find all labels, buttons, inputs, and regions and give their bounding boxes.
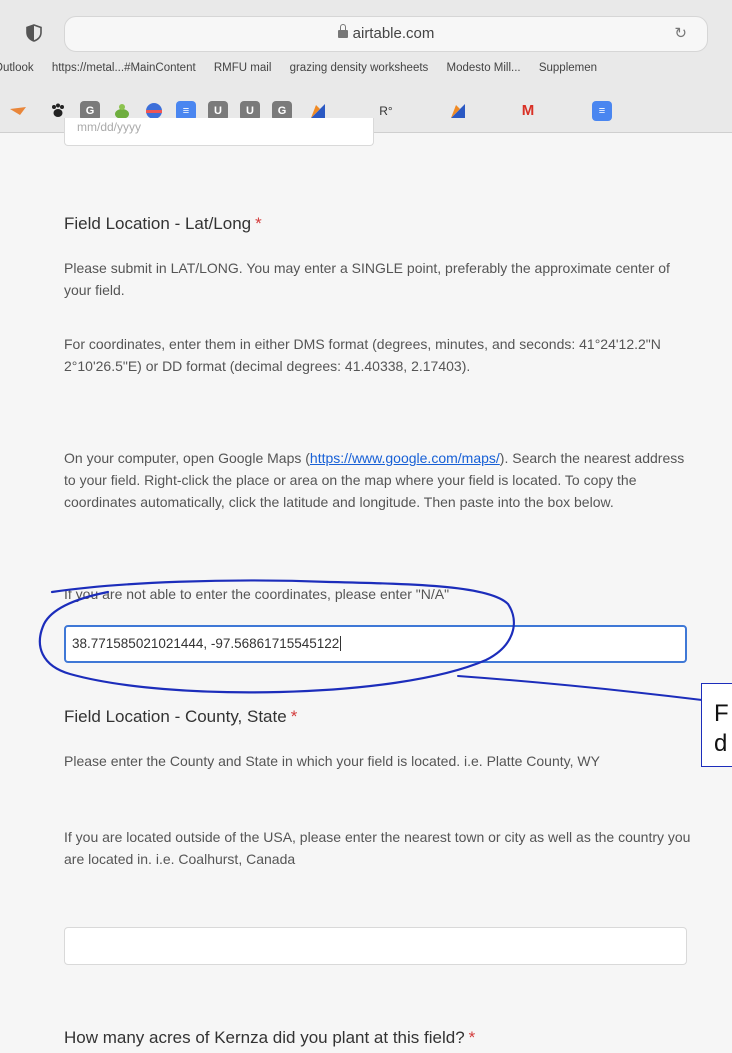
acres-title: How many acres of Kernza did you plant a… xyxy=(64,1028,476,1047)
lat-long-instructions-3: On your computer, open Google Maps (http… xyxy=(64,450,685,510)
annotation-ink-pointer-line xyxy=(457,675,703,701)
lat-long-input[interactable]: 38.771585021021444, -97.56861715545122 xyxy=(64,625,687,663)
date-placeholder: mm/dd/yyyy xyxy=(77,120,142,134)
gmail-icon[interactable]: M xyxy=(518,101,538,121)
text-caret xyxy=(340,636,342,651)
bookmark-modesto[interactable]: Modesto Mill... xyxy=(447,62,521,74)
lat-long-instructions-2: For coordinates, enter them in either DM… xyxy=(64,336,661,374)
url-text: airtable.com xyxy=(352,25,435,42)
bookmark-rmfu-mail[interactable]: RMFU mail xyxy=(214,62,272,74)
address-bar[interactable]: airtable.com ↻ xyxy=(64,16,708,52)
bookmark-outlook[interactable]: Outlook xyxy=(0,62,34,74)
lat-long-instructions-4: If you are not able to enter the coordin… xyxy=(64,586,450,602)
callout-text-line-2: d xyxy=(714,730,728,757)
privacy-shield-icon[interactable] xyxy=(26,24,42,42)
bookmark-grazing[interactable]: grazing density worksheets xyxy=(290,62,429,74)
lat-long-value: 38.771585021021444, -97.56861715545122 xyxy=(72,636,340,651)
lat-long-title: Field Location - Lat/Long * xyxy=(64,214,262,233)
county-state-instructions-1: Please enter the County and State in whi… xyxy=(64,753,600,769)
annotation-overlay xyxy=(38,579,703,701)
required-mark: * xyxy=(255,214,262,233)
county-state-input[interactable] xyxy=(64,927,687,965)
r-extension-icon[interactable]: R° xyxy=(376,101,396,121)
bookmark-supplement[interactable]: Supplemen xyxy=(539,62,597,74)
bookmarks-bar: Outlook https://metal...#MainContent RMF… xyxy=(0,62,732,86)
required-mark: * xyxy=(290,707,298,726)
lat-long-instructions-1: Please submit in LAT/LONG. You may enter… xyxy=(64,260,670,298)
county-state-instructions-2: If you are located outside of the USA, p… xyxy=(64,829,691,867)
date-input[interactable]: mm/dd/yyyy xyxy=(64,118,374,146)
callout-text-line-1: F xyxy=(714,700,729,727)
google-maps-link[interactable]: https://www.google.com/maps/ xyxy=(310,450,500,466)
docs-icon-2[interactable]: ≡ xyxy=(592,101,612,121)
county-state-title: Field Location - County, State * xyxy=(64,707,298,726)
colored-bookmark-icon-2[interactable] xyxy=(448,101,468,121)
browser-chrome: airtable.com ↻ Outlook https://metal...#… xyxy=(0,0,732,133)
fox-icon[interactable] xyxy=(8,101,28,121)
lock-icon xyxy=(337,24,348,38)
required-mark: * xyxy=(468,1028,476,1047)
bookmark-metal[interactable]: https://metal...#MainContent xyxy=(52,62,196,74)
annotation-callout-box: F d xyxy=(701,683,732,767)
reload-icon[interactable]: ↻ xyxy=(674,24,687,42)
